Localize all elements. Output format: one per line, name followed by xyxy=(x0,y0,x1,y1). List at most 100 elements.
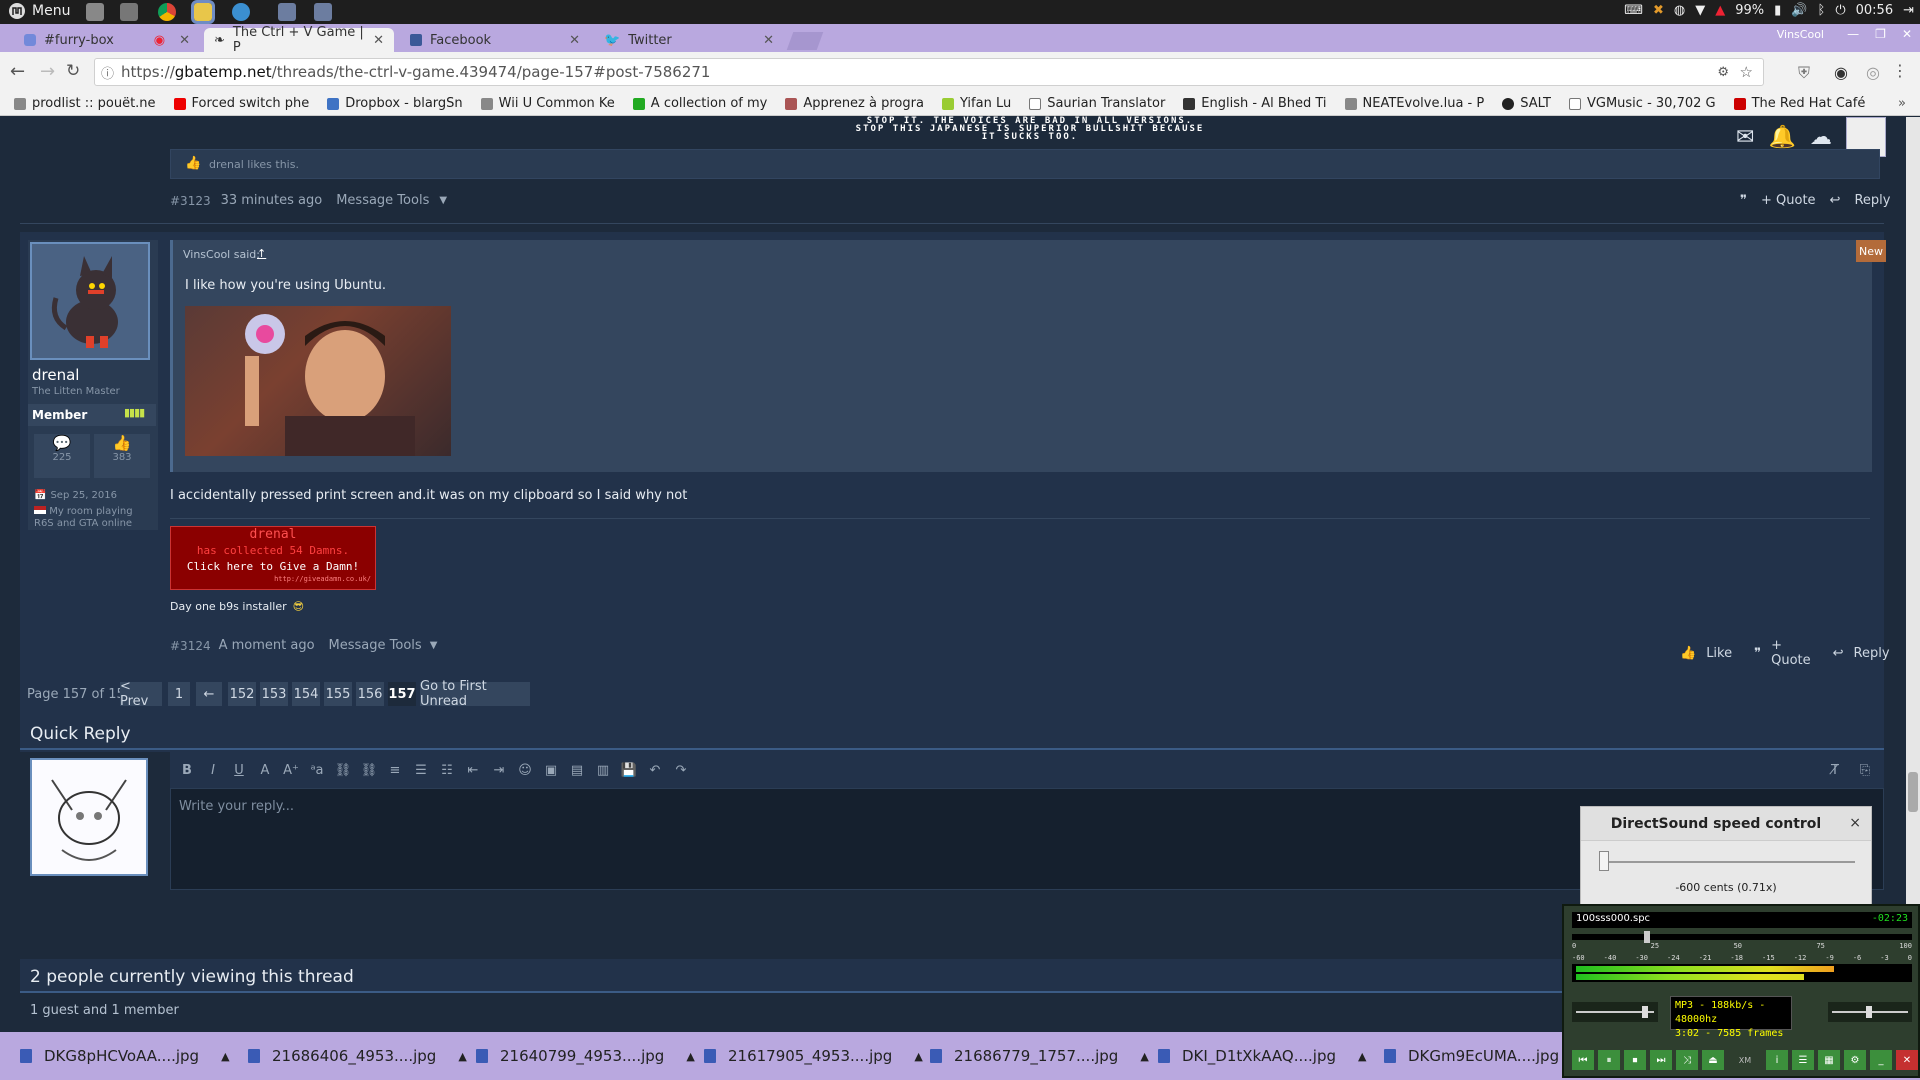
download-item[interactable]: 21617905_4953....jpg ▲ xyxy=(704,1032,923,1080)
like-button[interactable]: Like xyxy=(1706,646,1732,661)
library-icon[interactable]: ▦ xyxy=(1818,1050,1840,1070)
speed-slider-thumb[interactable] xyxy=(1599,851,1609,871)
minimize-player-icon[interactable]: _ xyxy=(1870,1050,1892,1070)
indent-icon[interactable]: ⇥ xyxy=(490,761,508,779)
quote-button[interactable]: + Quote xyxy=(1771,638,1811,668)
clock[interactable]: 00:56 xyxy=(1856,3,1893,18)
alerts-bell-icon[interactable]: 🔔 xyxy=(1768,125,1795,150)
pause-icon[interactable]: ⏸ xyxy=(1598,1050,1620,1070)
redo-icon[interactable]: ↷ xyxy=(672,761,690,779)
notification-icon[interactable]: ▲ xyxy=(1715,3,1725,18)
ublock-icon[interactable]: ⛨ xyxy=(1798,63,1810,83)
download-item[interactable]: 21686779_1757....jpg ▲ xyxy=(930,1032,1149,1080)
keyboard-icon[interactable]: ⌨ xyxy=(1624,3,1643,18)
reply-button[interactable]: Reply xyxy=(1854,193,1890,208)
wifi-icon[interactable]: ▼ xyxy=(1695,3,1705,18)
quote-button[interactable]: + Quote xyxy=(1761,193,1816,208)
extension-2-icon[interactable]: ◎ xyxy=(1866,63,1880,82)
smilies-icon[interactable]: ☺ xyxy=(516,761,534,779)
text-color-icon[interactable]: A xyxy=(256,761,274,779)
bookmark[interactable]: NEATEvolve.lua - P xyxy=(1344,96,1484,111)
update-icon[interactable]: ✖ xyxy=(1653,3,1664,18)
eject-icon[interactable]: ⏏ xyxy=(1702,1050,1724,1070)
files-icon[interactable] xyxy=(86,3,104,21)
chevron-up-icon[interactable]: ▲ xyxy=(914,1050,922,1063)
bookmark[interactable]: Yifan Lu xyxy=(941,96,1011,111)
options-icon[interactable]: ⚙ xyxy=(1844,1050,1866,1070)
page-link[interactable]: 155 xyxy=(324,682,352,706)
font-size-icon[interactable]: A⁺ xyxy=(282,761,300,779)
close-window-icon[interactable]: ✕ xyxy=(1902,27,1912,41)
tab-facebook[interactable]: Facebook ✕ xyxy=(400,28,590,52)
chevron-up-icon[interactable]: ▲ xyxy=(221,1050,229,1063)
media-icon[interactable]: ▤ xyxy=(568,761,586,779)
previous-track-icon[interactable]: ⏮ xyxy=(1572,1050,1594,1070)
chrome-icon[interactable] xyxy=(158,3,176,21)
active-window-icon[interactable] xyxy=(191,0,215,24)
stop-icon[interactable]: ⏹ xyxy=(1624,1050,1646,1070)
volume-slider[interactable] xyxy=(1572,1002,1658,1022)
shuffle-icon[interactable]: ⤨ xyxy=(1676,1050,1698,1070)
bluetooth-icon[interactable]: ᛒ xyxy=(1818,3,1826,18)
bookmark[interactable]: Dropbox - blargSn xyxy=(327,96,463,111)
download-item[interactable]: DKG8pHCVoAA....jpg ▲ xyxy=(20,1032,230,1080)
bookmark[interactable]: prodlist :: pouët.ne xyxy=(14,96,156,111)
browser-menu-icon[interactable]: ⋮ xyxy=(1892,61,1908,80)
close-icon[interactable]: × xyxy=(1849,815,1861,831)
inbox-icon[interactable]: ✉ xyxy=(1736,125,1754,150)
speed-slider-track[interactable] xyxy=(1599,861,1855,863)
volume-icon[interactable]: 🔊 xyxy=(1791,3,1807,18)
bookmarks-overflow-icon[interactable]: » xyxy=(1898,96,1906,111)
my-avatar[interactable] xyxy=(30,758,148,876)
system-menu-button[interactable]: Menu xyxy=(8,2,70,20)
balance-slider[interactable] xyxy=(1828,1002,1912,1022)
new-tab-button[interactable] xyxy=(786,32,824,50)
post-number[interactable]: #3123 xyxy=(170,194,211,208)
info-icon[interactable]: i xyxy=(1766,1050,1788,1070)
power-icon[interactable]: ⏻ xyxy=(1835,3,1845,18)
chevron-up-icon[interactable]: ▲ xyxy=(1140,1050,1148,1063)
ghostery-icon[interactable]: ◉ xyxy=(1834,63,1848,82)
tab-close-icon[interactable]: ✕ xyxy=(373,33,384,48)
page-scrollbar[interactable] xyxy=(1906,117,1920,1032)
chevron-up-icon[interactable]: ▲ xyxy=(1358,1050,1366,1063)
extension-icon[interactable]: ⚙ xyxy=(1717,65,1729,80)
font-family-icon[interactable]: ᵃa xyxy=(308,761,326,779)
page-link[interactable]: 153 xyxy=(260,682,288,706)
close-player-icon[interactable]: ✕ xyxy=(1896,1050,1918,1070)
download-item[interactable]: 21640799_4953....jpg ▲ xyxy=(476,1032,695,1080)
bullet-list-icon[interactable]: ☰ xyxy=(412,761,430,779)
reload-icon[interactable]: ↻ xyxy=(66,61,80,81)
page-jump-button[interactable]: ← xyxy=(196,682,222,706)
prev-page-button[interactable]: < Prev xyxy=(120,679,162,709)
tab-close-icon[interactable]: ✕ xyxy=(763,33,774,48)
app-launcher-icon[interactable] xyxy=(232,3,250,21)
address-bar[interactable]: ⓘ https://gbatemp.net/threads/the-ctrl-v… xyxy=(94,58,1764,86)
unlink-icon[interactable]: ⛓ xyxy=(360,761,378,779)
balance-thumb[interactable] xyxy=(1866,1006,1872,1018)
image-icon[interactable]: ▣ xyxy=(542,761,560,779)
next-track-icon[interactable]: ⏭ xyxy=(1650,1050,1672,1070)
download-item[interactable]: 21686406_4953....jpg ▲ xyxy=(248,1032,467,1080)
save-draft-icon[interactable]: 💾 xyxy=(620,761,638,779)
bookmark[interactable]: The Red Hat Café xyxy=(1733,96,1865,111)
link-icon[interactable]: ⛓ xyxy=(334,761,352,779)
playlist-icon[interactable]: ☰ xyxy=(1792,1050,1814,1070)
download-item[interactable]: DKI_D1tXkAAQ....jpg ▲ xyxy=(1158,1032,1366,1080)
profile-name[interactable]: VinsCool xyxy=(1777,28,1824,41)
tab-furry-box[interactable]: #furry-box ◉ ✕ xyxy=(14,28,200,52)
bookmark-star-icon[interactable]: ☆ xyxy=(1740,63,1753,81)
minimize-icon[interactable]: — xyxy=(1847,27,1859,41)
download-item[interactable]: DKGm9EcUMA....jpg xyxy=(1384,1032,1559,1080)
toggle-bbcode-icon[interactable]: ⎘ xyxy=(1856,761,1874,779)
tab-twitter[interactable]: 🐦 Twitter ✕ xyxy=(594,28,784,52)
bookmark[interactable]: VGMusic - 30,702 G xyxy=(1568,96,1716,111)
underline-icon[interactable]: U xyxy=(230,761,248,779)
message-tools-link[interactable]: Message Tools xyxy=(336,193,429,208)
bookmark[interactable]: Wii U Common Ke xyxy=(480,96,615,111)
logout-icon[interactable]: ⇥ xyxy=(1903,3,1914,18)
back-icon[interactable]: ← xyxy=(10,61,25,82)
tab-close-icon[interactable]: ✕ xyxy=(179,33,190,48)
chevron-up-icon[interactable]: ▲ xyxy=(686,1050,694,1063)
seek-bar[interactable] xyxy=(1572,931,1912,943)
